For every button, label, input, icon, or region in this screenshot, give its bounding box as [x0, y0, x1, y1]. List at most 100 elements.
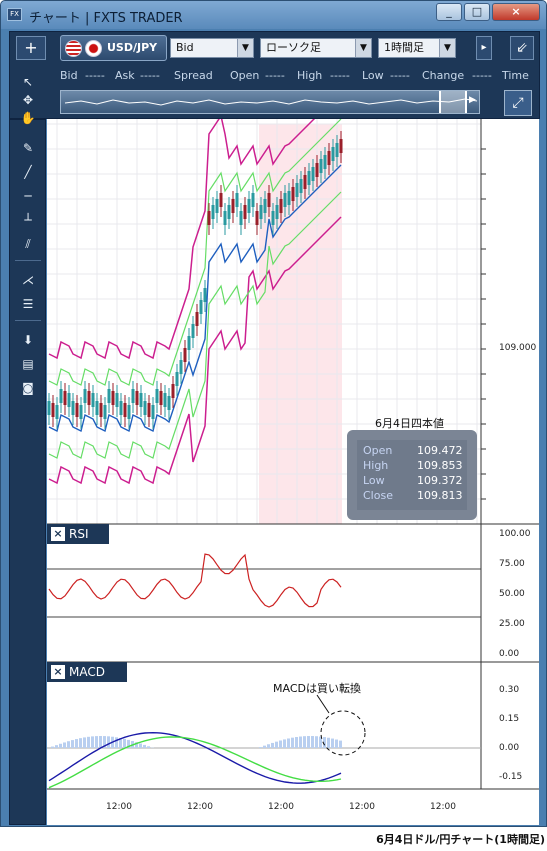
candle-body — [51, 403, 55, 417]
chart-type-value: ローソク足 — [266, 41, 321, 54]
vline-icon[interactable]: ┴ — [17, 210, 39, 230]
chevron-down-icon: ▼ — [237, 39, 253, 57]
macd-histogram-bar — [67, 741, 70, 748]
tool-separator — [15, 260, 41, 261]
tool-separator — [15, 320, 41, 321]
quote-sep: ----- — [330, 69, 350, 82]
chart-type-select[interactable]: ローソク足 ▼ — [260, 38, 372, 58]
quote-ask-label: Ask — [115, 69, 135, 82]
macd-tick: 0.30 — [499, 685, 520, 695]
candle-body — [171, 384, 175, 398]
minimize-button[interactable]: _ — [436, 3, 462, 21]
candle-body — [335, 143, 339, 157]
candle-body — [187, 336, 191, 350]
candle-body — [107, 389, 111, 403]
quote-bid-label: Bid — [60, 69, 78, 82]
chart-area[interactable]: 109.000 6月4日四本値 Open 109.472 High 109.853 … — [47, 119, 539, 825]
candle-body — [275, 205, 279, 219]
macd-histogram-bar — [287, 738, 290, 748]
candle-body — [295, 183, 299, 197]
price-type-select[interactable]: Bid ▼ — [170, 38, 254, 58]
macd-histogram-bar — [339, 740, 342, 748]
fib-icon[interactable]: ☰ — [17, 294, 39, 314]
candle-body — [235, 193, 239, 207]
channel-icon[interactable]: ⫽ — [17, 234, 39, 254]
macd-histogram-bar — [267, 744, 270, 748]
macd-tick: -0.15 — [499, 772, 523, 782]
quote-low-label: Low — [362, 69, 384, 82]
chart-navigator[interactable]: ▶ — [60, 90, 480, 114]
add-chart-button[interactable]: + — [16, 36, 46, 60]
time-tick: 12:00 — [349, 802, 375, 812]
candle-body — [255, 211, 259, 225]
candle-body — [103, 405, 107, 419]
crosshair-icon[interactable]: ✥ — [17, 90, 39, 110]
download-icon[interactable]: ⬇ — [17, 330, 39, 350]
fan-icon[interactable]: ⋌ — [17, 270, 39, 290]
navigator-window-handle[interactable] — [439, 91, 467, 113]
annotation-arrow — [316, 694, 330, 714]
candle-body — [99, 403, 103, 417]
close-button[interactable]: × — [492, 3, 540, 21]
candle-body — [291, 187, 295, 201]
rsi-tick: 100.00 — [499, 529, 531, 539]
ohlc-box: Open 109.472 High 109.853 Low 109.372 Close… — [347, 430, 477, 520]
macd-histogram-bar — [315, 736, 318, 748]
line-icon[interactable]: ╱ — [17, 162, 39, 182]
camera-icon[interactable]: ◙ — [17, 378, 39, 398]
candle-body — [271, 211, 275, 225]
candle-body — [143, 401, 147, 415]
macd-histogram-bar — [107, 736, 110, 748]
timeframe-select[interactable]: 1時間足 ▼ — [378, 38, 456, 58]
candle-body — [243, 205, 247, 219]
macd-histogram-bar — [139, 743, 142, 748]
macd-histogram-bar — [259, 747, 262, 748]
symbol-selector[interactable]: USD/JPY — [60, 35, 167, 61]
macd-histogram-bar — [283, 739, 286, 748]
macd-tick: 0.15 — [499, 714, 520, 724]
navigator-line — [64, 98, 478, 106]
list-icon[interactable]: ▤ — [17, 354, 39, 374]
hline-icon[interactable]: ─ — [17, 186, 39, 206]
macd-histogram-bar — [87, 736, 90, 748]
price-axis-label: 109.000 — [499, 343, 537, 353]
pencil-icon[interactable]: ✎ — [17, 138, 39, 158]
candle-body — [215, 199, 219, 213]
macd-histogram-bar — [299, 736, 302, 748]
candle-body — [115, 393, 119, 407]
maximize-button[interactable]: □ — [464, 3, 490, 21]
cursor-icon[interactable]: ↖ — [17, 72, 39, 92]
macd-histogram-bar — [295, 737, 298, 748]
candle-body — [299, 179, 303, 193]
macd-annotation: MACDは買い転換 — [273, 682, 361, 695]
candle-body — [263, 199, 267, 213]
candle-body — [47, 401, 51, 415]
timeframe-value: 1時間足 — [384, 41, 424, 54]
drawing-tools: ↖ ✥ ✋ ✎ ╱ ─ ┴ ⫽ ⋌ ☰ ⬇ ▤ ◙ — [9, 75, 46, 825]
hand-icon[interactable]: ✋ — [17, 108, 39, 128]
play-icon[interactable]: ▶ — [469, 95, 476, 105]
candle-body — [123, 403, 127, 417]
rsi-tick: 0.00 — [499, 649, 520, 659]
app-root: FX チャート | FXTS TRADER _ □ × + USD/JPY Bi… — [0, 0, 547, 851]
rsi-panel-tab: × RSI — [47, 524, 109, 544]
macd-histogram-bar — [263, 745, 266, 748]
candle-body — [67, 393, 71, 407]
title-bar[interactable]: FX チャート | FXTS TRADER _ □ × — [1, 1, 546, 29]
macd-histogram-bar — [91, 736, 94, 748]
window-title: チャート | FXTS TRADER — [29, 11, 183, 26]
close-rsi-icon[interactable]: × — [51, 527, 65, 541]
candle-body — [207, 211, 211, 225]
jp-flag-icon — [85, 40, 102, 57]
candle-body — [223, 211, 227, 225]
close-macd-icon[interactable]: × — [51, 665, 65, 679]
candle-body — [79, 405, 83, 419]
candle-body — [95, 401, 99, 415]
expand-icon[interactable]: ⤢ — [504, 90, 532, 116]
quote-row: Bid ----- Ask ----- Spread Open ----- Hi… — [60, 68, 540, 84]
quote-change-label: Change — [422, 69, 465, 82]
detach-arrow-icon[interactable]: ⇙ — [510, 36, 534, 60]
macd-histogram-bar — [95, 736, 98, 748]
candle-body — [287, 191, 291, 205]
toolbar-scroll-icon[interactable]: ▸ — [476, 36, 492, 60]
